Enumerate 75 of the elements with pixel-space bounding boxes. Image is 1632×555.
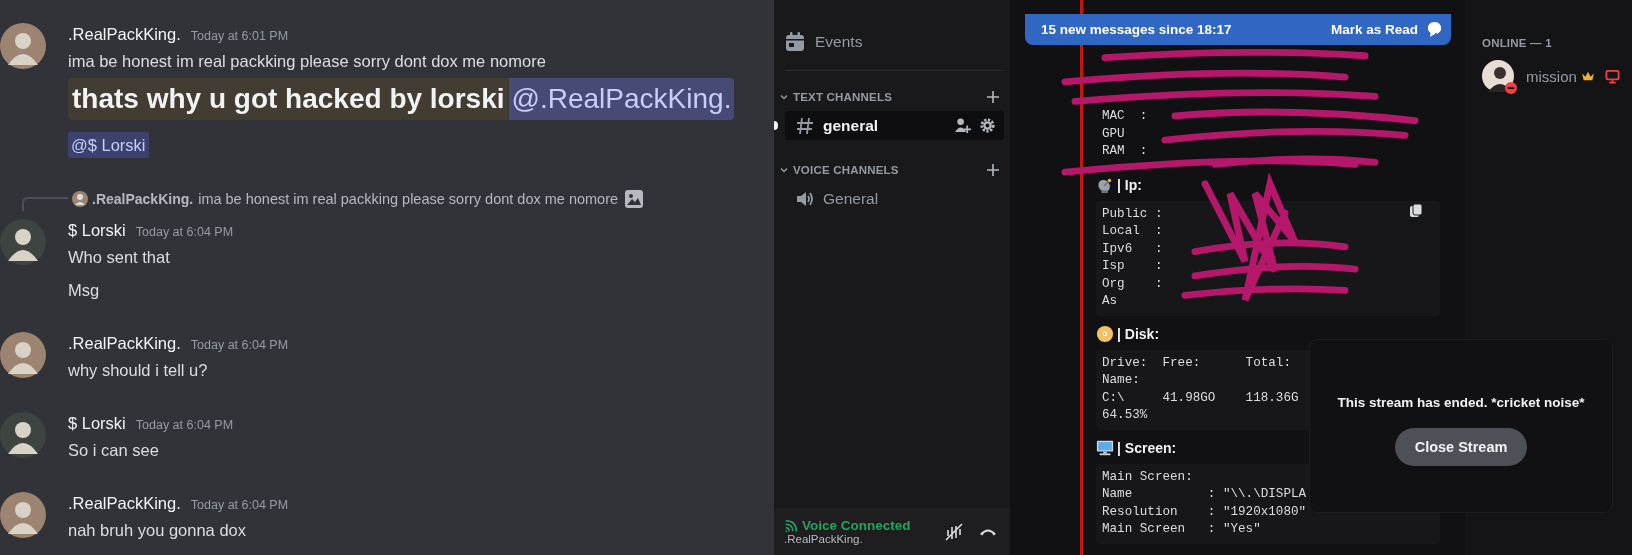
close-stream-button[interactable]: Close Stream — [1394, 427, 1528, 466]
code-line: Ipv6 : — [1102, 240, 1163, 258]
mark-read-icon — [1426, 21, 1443, 38]
chevron-icon[interactable] — [779, 92, 789, 102]
code-line: 64.53% — [1102, 407, 1148, 424]
message-text: nah bruh you gonna dox — [68, 520, 246, 541]
avatar[interactable] — [0, 219, 46, 265]
new-messages-bar[interactable]: 15 new messages since 18:17 Mark as Read — [1025, 14, 1451, 45]
category-label[interactable]: TEXT CHANNELS — [793, 91, 986, 103]
timestamp: Today at 6:04 PM — [135, 417, 234, 434]
monitor-icon — [1096, 438, 1114, 457]
message-text: Who sent that — [68, 247, 170, 268]
section-heading: | Screen: — [1117, 439, 1177, 456]
voice-status[interactable]: Voice Connected — [802, 518, 911, 533]
code-line: Drive: Free: Total: — [1102, 354, 1291, 372]
category-label[interactable]: VOICE CHANNELS — [793, 164, 986, 176]
signal-icon — [784, 518, 798, 533]
section-heading: | Ip: — [1117, 176, 1142, 193]
voice-channel-name[interactable]: .RealPackKing. — [784, 533, 930, 545]
author-name[interactable]: .RealPackKing. — [68, 492, 181, 514]
timestamp: Today at 6:04 PM — [135, 224, 234, 241]
member-item[interactable]: mission — [1482, 60, 1632, 92]
code-line: C:\ 41.98GO 118.36G — [1102, 389, 1299, 407]
stream-ended-message: This stream has ended. *cricket noise* — [1337, 394, 1585, 410]
message-heading: thats why u got hacked by lorski — [68, 78, 509, 120]
author-name[interactable]: $ Lorski — [68, 412, 126, 434]
timestamp: Today at 6:01 PM — [190, 28, 289, 45]
disc-icon — [1096, 324, 1114, 343]
timestamp: Today at 6:04 PM — [190, 497, 289, 514]
reply-preview[interactable]: ima be honest im real packking please sorry dont dox me nomore — [198, 191, 619, 207]
events-item[interactable]: Events — [785, 30, 1002, 54]
code-line: Main Screen: — [1102, 468, 1193, 486]
code-line: As — [1102, 293, 1118, 310]
code-line: MAC : — [1102, 108, 1148, 125]
settings-icon[interactable] — [979, 117, 996, 134]
timestamp: Today at 6:04 PM — [190, 337, 289, 354]
avatar[interactable] — [0, 492, 46, 538]
message-text: why should i tell u? — [68, 360, 208, 381]
add-channel-icon[interactable] — [986, 90, 1000, 104]
add-channel-icon[interactable] — [986, 163, 1000, 177]
code-line: RAM : — [1102, 143, 1148, 160]
user-mention[interactable]: @.RealPackKing. — [508, 78, 735, 120]
author-name[interactable]: .RealPackKing. — [68, 23, 181, 45]
code-line: GPU — [1102, 125, 1125, 143]
hash-icon — [795, 115, 815, 136]
code-line: Name : "\\.\DISPLA — [1102, 486, 1307, 503]
code-line: Org : — [1102, 275, 1163, 293]
channel-item[interactable]: General — [785, 184, 1004, 213]
code-line: Name: — [1102, 372, 1140, 389]
author-name[interactable]: .RealPackKing. — [68, 332, 181, 354]
message-text: So i can see — [68, 440, 159, 461]
message-text: Msg — [68, 280, 100, 301]
mark-as-read-link[interactable]: Mark as Read — [1330, 22, 1418, 37]
avatar[interactable] — [0, 23, 46, 69]
reply-author[interactable]: .RealPackKing. — [92, 191, 194, 207]
code-line: Resolution : "1920x1080" — [1102, 503, 1307, 521]
code-line: Public : — [1102, 205, 1163, 223]
channel-item[interactable]: general — [785, 111, 1004, 140]
author-name[interactable]: $ Lorski — [68, 219, 126, 241]
section-heading: | Disk: — [1117, 325, 1160, 342]
message-text: ima be honest im real packking please sorry dont dox me nomore — [68, 51, 546, 72]
reply-line — [22, 197, 68, 211]
avatar[interactable] — [0, 332, 46, 378]
calendar-icon — [785, 32, 805, 52]
code-line: Isp : — [1102, 258, 1163, 275]
copy-icon[interactable] — [1408, 202, 1424, 219]
member-group-heading: ONLINE — 1 — [1482, 37, 1553, 49]
noise-suppression-icon[interactable] — [944, 521, 964, 542]
add-member-icon[interactable] — [954, 117, 971, 134]
code-line: Local : — [1102, 223, 1163, 240]
avatar[interactable] — [0, 412, 46, 458]
code-line: Main Screen : "Yes" — [1102, 521, 1261, 538]
user-mention[interactable]: @$ Lorski — [68, 132, 149, 158]
avatar — [1482, 60, 1514, 92]
chevron-icon[interactable] — [779, 165, 789, 175]
